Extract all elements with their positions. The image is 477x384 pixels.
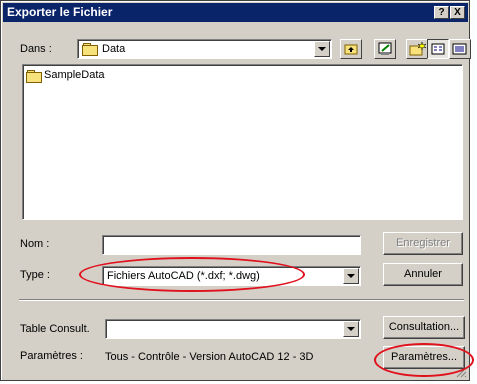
resize-grip-icon[interactable] — [455, 366, 467, 378]
export-file-dialog: Exporter le Fichier ? X Dans : Data Samp… — [0, 0, 471, 381]
chevron-down-icon[interactable] — [314, 41, 330, 57]
file-list[interactable]: SampleData — [22, 64, 463, 220]
parameters-button[interactable]: Paramètres... — [383, 346, 465, 369]
new-folder-icon — [409, 41, 427, 56]
list-view-icon — [431, 43, 445, 55]
table-combo[interactable] — [105, 319, 361, 339]
chevron-down-icon[interactable] — [343, 268, 359, 284]
desktop-button[interactable] — [374, 39, 396, 59]
title-bar: Exporter le Fichier ? X — [3, 3, 468, 22]
chevron-down-icon[interactable] — [343, 321, 359, 337]
open-folder-icon — [82, 43, 98, 56]
location-value: Data — [102, 43, 126, 55]
location-label: Dans : — [20, 43, 52, 55]
consultation-button[interactable]: Consultation... — [383, 316, 465, 339]
location-combo[interactable]: Data — [77, 39, 332, 59]
details-view-button[interactable] — [449, 39, 471, 59]
list-item[interactable]: SampleData — [26, 69, 146, 83]
list-view-button[interactable] — [427, 39, 449, 59]
type-combo[interactable]: Fichiers AutoCAD (*.dxf; *.dwg) — [102, 266, 361, 286]
up-folder-icon — [344, 44, 358, 55]
desktop-icon — [378, 42, 392, 55]
separator — [19, 299, 464, 301]
up-folder-button[interactable] — [340, 39, 362, 59]
type-label: Type : — [20, 269, 50, 281]
new-folder-button[interactable] — [406, 39, 428, 59]
cancel-button[interactable]: Annuler — [383, 263, 463, 286]
name-label: Nom : — [20, 238, 50, 250]
table-label: Table Consult. — [20, 323, 90, 335]
type-value: Fichiers AutoCAD (*.dxf; *.dwg) — [107, 270, 260, 282]
params-value: Tous - Contrôle - Version AutoCAD 12 - 3… — [105, 351, 314, 363]
folder-icon — [26, 70, 42, 83]
save-button[interactable]: Enregistrer — [383, 232, 463, 255]
window-title: Exporter le Fichier — [7, 5, 113, 19]
help-button[interactable]: ? — [434, 6, 449, 19]
name-input[interactable] — [102, 235, 361, 255]
file-name: SampleData — [44, 69, 105, 81]
params-label: Paramètres : — [20, 350, 83, 362]
details-view-icon — [452, 43, 467, 55]
close-button[interactable]: X — [450, 6, 465, 19]
